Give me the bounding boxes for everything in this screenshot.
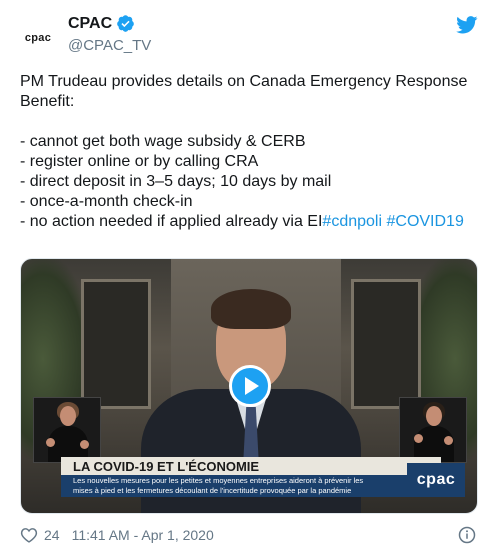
- tweet-line-last: - no action needed if applied already vi…: [20, 212, 480, 232]
- video-player[interactable]: LA COVID-19 ET L'ÉCONOMIE Les nouvelles …: [20, 258, 478, 514]
- author-name-row[interactable]: CPAC: [68, 14, 135, 33]
- tweet-line: - cannot get both wage subsidy & CERB: [20, 133, 306, 150]
- tweet-line: - register online or by calling CRA: [20, 153, 259, 170]
- interpreter-head: [426, 406, 442, 426]
- interpreter-hand: [46, 438, 55, 447]
- handle[interactable]: @CPAC_TV: [68, 37, 151, 54]
- interpreter-hand: [80, 440, 89, 449]
- tweet-text: PM Trudeau provides details on Canada Em…: [20, 72, 480, 232]
- play-button[interactable]: [229, 365, 271, 407]
- like-count[interactable]: 24: [44, 527, 60, 543]
- tweet-card: cpac CPAC @CPAC_TV PM Trudeau provides d…: [0, 0, 492, 554]
- info-icon[interactable]: [458, 526, 476, 544]
- tweet-line: PM Trudeau provides details on Canada Em…: [20, 73, 468, 90]
- twitter-bird-icon[interactable]: [456, 16, 478, 34]
- display-name[interactable]: CPAC: [68, 15, 112, 33]
- tweet-line-text: - no action needed if applied already vi…: [20, 213, 323, 230]
- lower-third-subtitle-line: mises à pied et les fermetures découlant…: [73, 486, 352, 495]
- verified-icon: [117, 15, 134, 32]
- sign-language-interpreter-inset: [399, 397, 467, 463]
- tweet-footer: 24 11:41 AM - Apr 1, 2020: [20, 527, 214, 543]
- background-window: [81, 279, 151, 409]
- channel-logo: cpac: [407, 463, 465, 497]
- background-window: [351, 279, 421, 409]
- avatar[interactable]: cpac: [14, 14, 62, 62]
- timestamp-link[interactable]: 11:41 AM - Apr 1, 2020: [72, 527, 214, 543]
- sign-language-interpreter-inset: [33, 397, 101, 463]
- heart-icon[interactable]: [20, 527, 38, 543]
- lower-third-title-bar: LA COVID-19 ET L'ÉCONOMIE: [61, 457, 441, 475]
- tweet-line: - once-a-month check-in: [20, 193, 193, 210]
- play-icon: [245, 377, 259, 395]
- speaker-hair: [211, 289, 291, 329]
- avatar-logo-text: cpac: [24, 32, 52, 44]
- interpreter-hand: [414, 434, 423, 443]
- tweet-line: - direct deposit in 3–5 days; 10 days by…: [20, 173, 332, 190]
- lower-third-title: LA COVID-19 ET L'ÉCONOMIE: [73, 458, 260, 474]
- lower-third-subtitle: Les nouvelles mesures pour les petites e…: [61, 475, 407, 497]
- lower-third-subtitle-line: Les nouvelles mesures pour les petites e…: [73, 476, 364, 485]
- hashtag-cdnpoli[interactable]: #cdnpoli: [322, 213, 382, 230]
- interpreter-hand: [444, 436, 453, 445]
- hashtag-covid19[interactable]: #COVID19: [386, 213, 463, 230]
- channel-logo-text: cpac: [416, 471, 456, 488]
- tweet-line: Benefit:: [20, 93, 75, 110]
- interpreter-head: [60, 406, 76, 426]
